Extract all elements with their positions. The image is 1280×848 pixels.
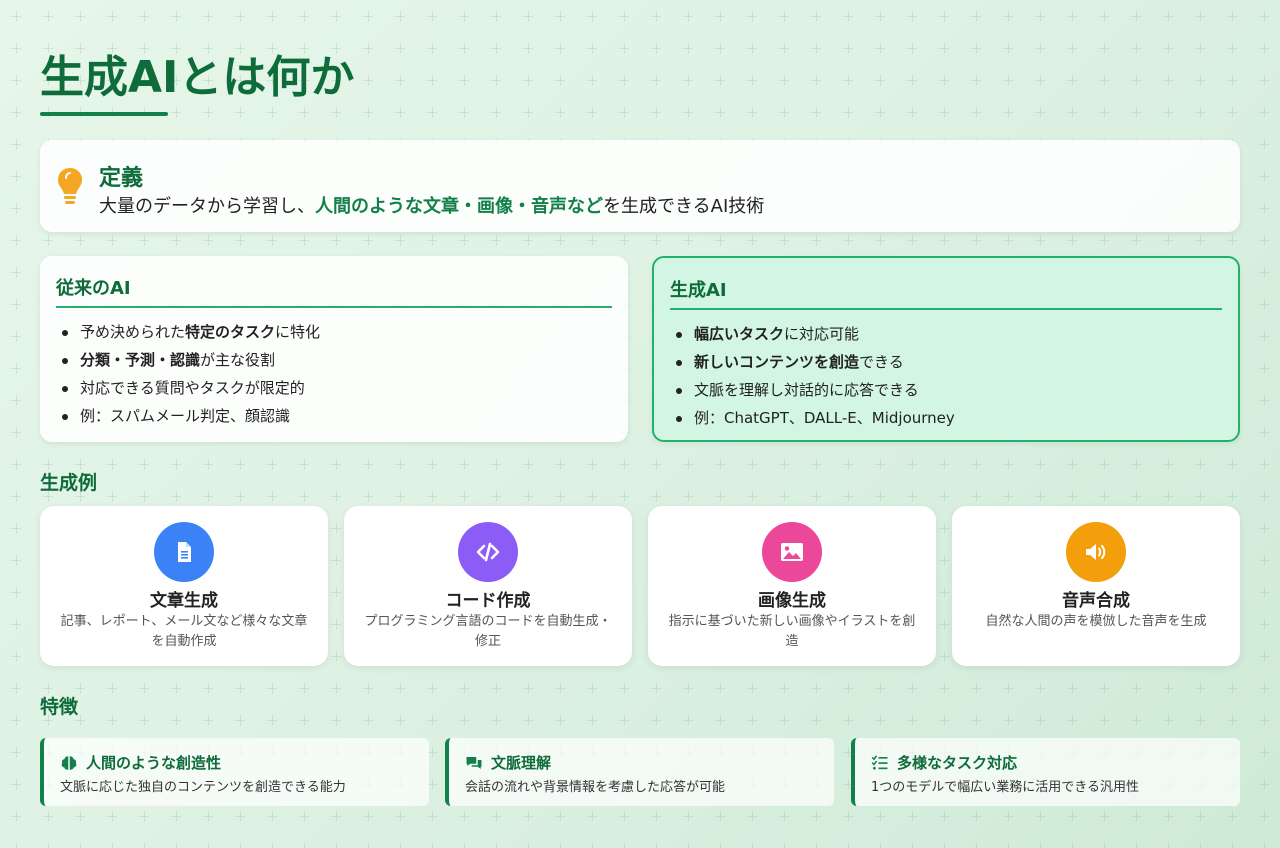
feature-desc: 1つのモデルで幅広い業務に活用できる汎用性 bbox=[871, 780, 1140, 795]
list-item: 例：スパムメール判定、顔認識 bbox=[56, 402, 612, 430]
traditional-ai-heading: 従来のAI bbox=[56, 274, 612, 308]
list-item: 予め決められた特定のタスクに特化 bbox=[56, 318, 612, 346]
definition-heading: 定義 bbox=[99, 166, 144, 191]
feature-desc: 会話の流れや背景情報を考慮した応答が可能 bbox=[465, 780, 726, 795]
page: 生成AIとは何か 定義 大量のデータから学習し、人間のような文章・画像・音声など… bbox=[0, 0, 1280, 848]
feature-title: 人間のような創造性 bbox=[86, 754, 222, 772]
feature-card-context: 文脈理解 会話の流れや背景情報を考慮した応答が可能 bbox=[445, 738, 834, 806]
example-card-audio: 音声合成 自然な人間の声を模倣した音声を生成 bbox=[952, 506, 1240, 666]
brain-icon bbox=[61, 755, 77, 770]
list-item: 幅広いタスクに対応可能 bbox=[670, 320, 1222, 348]
document-icon bbox=[154, 522, 214, 582]
example-card-text: 文章生成 記事、レポート、メール文など様々な文章を自動作成 bbox=[40, 506, 328, 666]
examples-heading: 生成例 bbox=[40, 472, 98, 494]
list-item: 文脈を理解し対話的に応答できる bbox=[670, 376, 1222, 404]
example-card-image: 画像生成 指示に基づいた新しい画像やイラストを創造 bbox=[648, 506, 936, 666]
example-title: 音声合成 bbox=[1062, 591, 1130, 611]
page-title: 生成AIとは何か bbox=[40, 52, 355, 103]
title-underline bbox=[40, 112, 168, 116]
features-heading: 特徴 bbox=[40, 696, 79, 718]
code-icon bbox=[458, 522, 518, 582]
example-desc: プログラミング言語のコードを自動生成・修正 bbox=[364, 614, 612, 649]
comments-icon bbox=[466, 756, 482, 769]
generative-ai-card: 生成AI 幅広いタスクに対応可能 新しいコンテンツを創造できる 文脈を理解し対話… bbox=[652, 256, 1240, 442]
example-desc: 記事、レポート、メール文など様々な文章を自動作成 bbox=[60, 614, 308, 649]
example-desc: 自然な人間の声を模倣した音声を生成 bbox=[985, 614, 1207, 629]
image-icon bbox=[762, 522, 822, 582]
list-item: 対応できる質問やタスクが限定的 bbox=[56, 374, 612, 402]
feature-title: 多様なタスク対応 bbox=[897, 754, 1018, 772]
list-item: 新しいコンテンツを創造できる bbox=[670, 348, 1222, 376]
list-item: 分類・予測・認識が主な役割 bbox=[56, 346, 612, 374]
feature-title: 文脈理解 bbox=[491, 754, 552, 772]
example-title: コード作成 bbox=[445, 591, 531, 611]
generative-ai-heading: 生成AI bbox=[670, 276, 1222, 310]
definition-text: 大量のデータから学習し、人間のような文章・画像・音声などを生成できるAI技術 bbox=[99, 196, 765, 217]
feature-card-creativity: 人間のような創造性 文脈に応じた独自のコンテンツを創造できる能力 bbox=[40, 738, 429, 806]
lightbulb-icon bbox=[58, 168, 82, 204]
traditional-ai-card: 従来のAI 予め決められた特定のタスクに特化 分類・予測・認識が主な役割 対応で… bbox=[40, 256, 628, 442]
example-title: 文章生成 bbox=[150, 591, 218, 611]
example-title: 画像生成 bbox=[758, 591, 826, 611]
feature-desc: 文脈に応じた独自のコンテンツを創造できる能力 bbox=[60, 780, 346, 795]
example-desc: 指示に基づいた新しい画像やイラストを創造 bbox=[668, 614, 916, 649]
example-card-code: コード作成 プログラミング言語のコードを自動生成・修正 bbox=[344, 506, 632, 666]
definition-highlight: 人間のような文章・画像・音声など bbox=[315, 196, 603, 217]
speaker-icon bbox=[1066, 522, 1126, 582]
definition-card: 定義 大量のデータから学習し、人間のような文章・画像・音声などを生成できるAI技… bbox=[40, 140, 1240, 232]
feature-card-versatility: 多様なタスク対応 1つのモデルで幅広い業務に活用できる汎用性 bbox=[851, 738, 1240, 806]
tasks-icon bbox=[871, 755, 888, 770]
list-item: 例：ChatGPT、DALL-E、Midjourney bbox=[670, 404, 1222, 432]
